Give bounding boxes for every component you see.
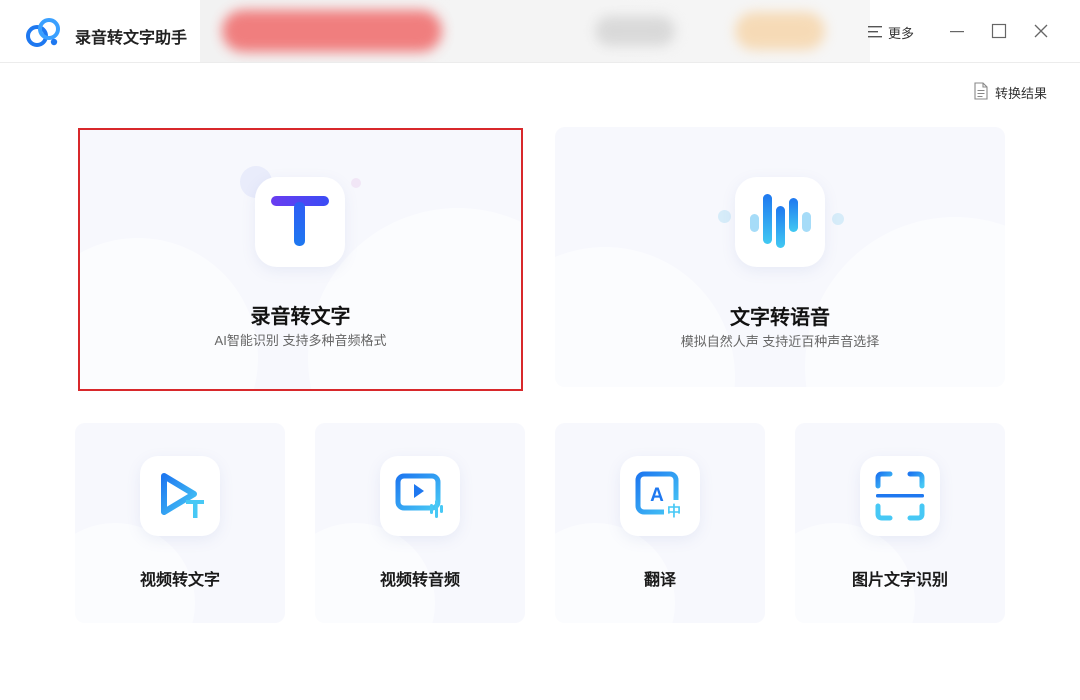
card-title: 视频转音频 bbox=[379, 572, 460, 589]
svg-text:A: A bbox=[650, 485, 664, 506]
card-audio-to-text[interactable]: 录音转文字 AI智能识别 支持多种音频格式 bbox=[78, 128, 523, 391]
conversion-result-button[interactable]: 转换结果 bbox=[973, 82, 1047, 103]
card-title: 图片文字识别 bbox=[851, 572, 948, 589]
maximize-button[interactable] bbox=[990, 22, 1008, 40]
card-video-to-audio[interactable]: 视频转音频 bbox=[315, 423, 525, 623]
card-title: 翻译 bbox=[643, 572, 676, 589]
card-video-to-text[interactable]: 视频转文字 bbox=[75, 423, 285, 623]
maximize-icon bbox=[991, 23, 1007, 39]
ad-banner[interactable] bbox=[200, 0, 870, 62]
close-button[interactable] bbox=[1032, 22, 1050, 40]
close-icon bbox=[1034, 24, 1048, 38]
video-text-icon bbox=[140, 456, 220, 536]
translate-icon: A 中 bbox=[620, 456, 700, 536]
document-icon bbox=[973, 82, 989, 103]
app-title: 录音转文字助手 bbox=[75, 30, 188, 47]
video-audio-icon bbox=[380, 456, 460, 536]
card-image-ocr[interactable]: 图片文字识别 bbox=[795, 423, 1005, 623]
card-description: 模拟自然人声 支持近百种声音选择 bbox=[680, 334, 880, 349]
selection-border bbox=[78, 128, 523, 391]
card-translate[interactable]: A 中 翻译 bbox=[555, 423, 765, 623]
app-logo bbox=[24, 16, 62, 50]
card-title: 视频转文字 bbox=[139, 572, 220, 589]
minimize-icon bbox=[950, 31, 964, 33]
card-text-to-speech[interactable]: 文字转语音 模拟自然人声 支持近百种声音选择 bbox=[555, 127, 1005, 387]
card-title: 文字转语音 bbox=[730, 307, 830, 329]
scan-icon bbox=[860, 456, 940, 536]
sound-wave-icon bbox=[735, 177, 825, 267]
title-bar: 录音转文字助手 更多 bbox=[0, 0, 1080, 63]
menu-lines-icon bbox=[868, 25, 882, 41]
svg-text:中: 中 bbox=[667, 503, 681, 520]
more-button[interactable]: 更多 bbox=[868, 23, 914, 42]
more-label: 更多 bbox=[888, 26, 915, 41]
result-label: 转换结果 bbox=[995, 86, 1048, 101]
minimize-button[interactable] bbox=[948, 22, 966, 40]
